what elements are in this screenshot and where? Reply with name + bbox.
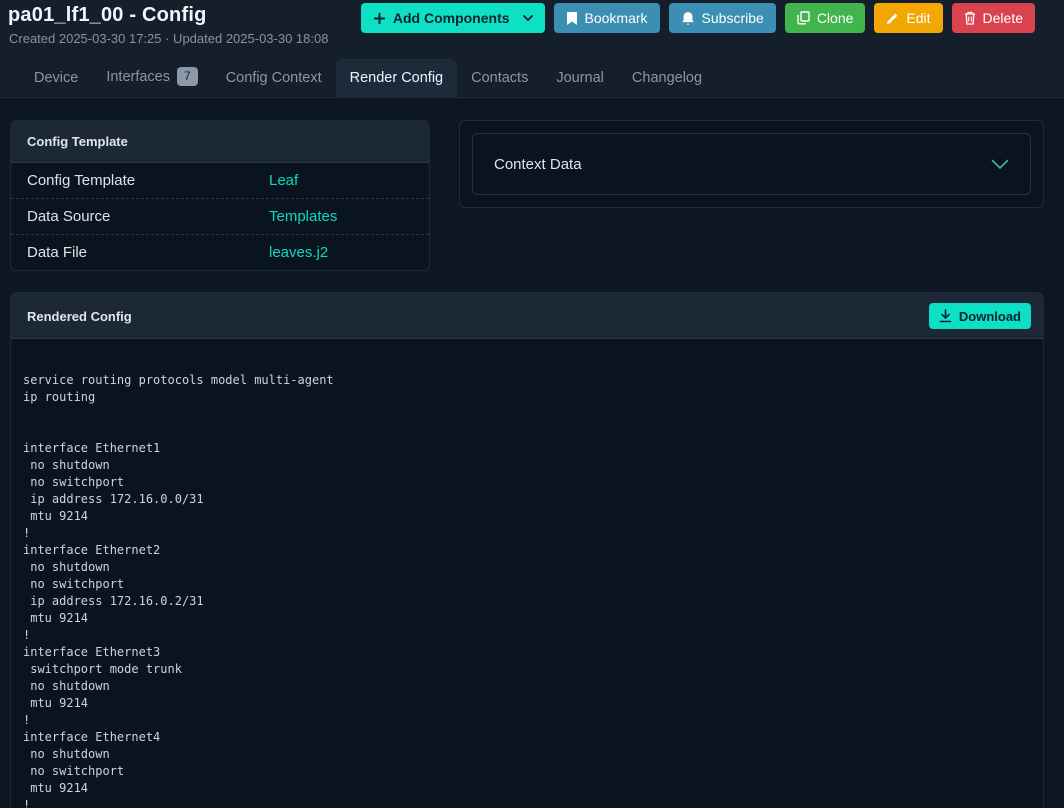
config-template-link[interactable]: Leaf [269, 172, 298, 189]
download-icon [939, 309, 952, 323]
tab-journal[interactable]: Journal [542, 59, 618, 98]
bookmark-icon [566, 11, 577, 25]
edit-button[interactable]: Edit [874, 3, 943, 33]
table-row: Data File leaves.j2 [11, 234, 429, 270]
main-content: Config Template Config Template Leaf Dat… [0, 98, 1064, 808]
table-row: Config Template Leaf [11, 163, 429, 198]
rendered-config-card: Rendered Config Download service routing… [10, 292, 1044, 808]
config-template-card-title: Config Template [11, 121, 429, 163]
trash-icon [964, 11, 975, 25]
tab-config-context-label: Config Context [225, 70, 322, 86]
chevron-down-icon [991, 159, 1009, 169]
page-subtitle: Created 2025-03-30 17:25 · Updated 2025-… [9, 31, 329, 46]
add-components-button[interactable]: Add Components [360, 3, 545, 33]
bell-icon [681, 11, 694, 25]
row-value: leaves.j2 [269, 244, 328, 261]
subscribe-label: Subscribe [701, 10, 764, 26]
tab-interfaces[interactable]: Interfaces 7 [92, 56, 211, 98]
config-template-card: Config Template Config Template Leaf Dat… [10, 120, 430, 271]
row-value: Templates [269, 208, 337, 225]
tab-render-config[interactable]: Render Config [335, 59, 458, 98]
interfaces-count-badge: 7 [177, 67, 198, 86]
clone-button[interactable]: Clone [784, 3, 866, 33]
delete-button[interactable]: Delete [951, 3, 1035, 33]
header-actions: Add Components Bookmark Subscribe Clone … [360, 3, 1035, 33]
rendered-config-code[interactable]: service routing protocols model multi-ag… [11, 339, 1043, 808]
tab-config-context[interactable]: Config Context [212, 59, 336, 98]
tab-device[interactable]: Device [20, 59, 92, 98]
tab-contacts-label: Contacts [471, 70, 529, 86]
tab-changelog-label: Changelog [631, 70, 703, 86]
tab-journal-label: Journal [556, 70, 604, 86]
rendered-config-header: Rendered Config Download [11, 293, 1043, 339]
table-row: Data Source Templates [11, 198, 429, 234]
tab-device-label: Device [34, 70, 79, 86]
data-source-link[interactable]: Templates [269, 208, 337, 225]
rendered-config-title: Rendered Config [27, 309, 132, 324]
row-value: Leaf [269, 172, 298, 189]
pencil-icon [887, 13, 898, 24]
clone-label: Clone [816, 10, 854, 26]
download-button[interactable]: Download [928, 303, 1031, 329]
subscribe-button[interactable]: Subscribe [668, 3, 776, 33]
page-header: pa01_lf1_00 - Config Created 2025-03-30 … [0, 0, 1064, 98]
bookmark-button[interactable]: Bookmark [553, 3, 660, 33]
download-label: Download [958, 308, 1021, 324]
tab-render-config-label: Render Config [349, 70, 444, 86]
row-label: Config Template [27, 172, 136, 189]
plus-icon [373, 12, 385, 24]
tab-interfaces-label: Interfaces [106, 68, 170, 85]
add-components-label: Add Components [392, 10, 510, 26]
data-file-link[interactable]: leaves.j2 [269, 244, 328, 261]
context-data-title: Context Data [494, 155, 582, 173]
tab-contacts[interactable]: Contacts [457, 59, 542, 98]
context-data-card: Context Data [459, 120, 1044, 208]
tab-changelog[interactable]: Changelog [618, 59, 716, 98]
chevron-down-icon [522, 14, 533, 21]
bookmark-label: Bookmark [584, 10, 648, 26]
delete-label: Delete [982, 10, 1023, 26]
context-data-accordion-toggle[interactable]: Context Data [472, 133, 1031, 195]
page-title: pa01_lf1_00 - Config [8, 4, 207, 26]
edit-label: Edit [906, 10, 931, 26]
row-label: Data File [27, 244, 88, 261]
row-label: Data Source [27, 208, 111, 225]
tab-bar: Device Interfaces 7 Config Context Rende… [20, 56, 716, 98]
copy-icon [797, 11, 810, 25]
